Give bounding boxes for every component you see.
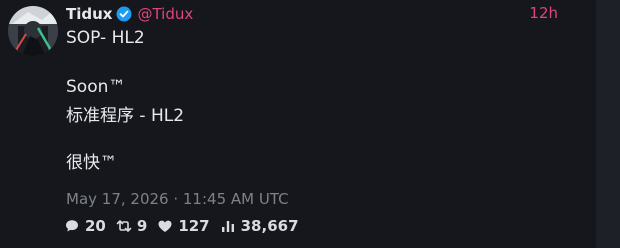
avatar[interactable]	[8, 6, 58, 56]
avatar-image	[8, 6, 58, 56]
reply-button[interactable]: 20	[64, 217, 106, 235]
author-handle[interactable]: @Tidux	[137, 5, 193, 23]
verified-badge-icon	[116, 6, 132, 22]
post-header: Tidux @Tidux	[66, 4, 193, 24]
author-name[interactable]: Tidux	[66, 5, 112, 23]
scroll-rail[interactable]	[596, 0, 620, 248]
repost-count: 9	[136, 217, 148, 235]
bar-chart-icon	[220, 218, 236, 234]
comment-icon	[64, 218, 80, 234]
post-line: SOP- HL2	[66, 28, 145, 48]
repost-icon	[116, 218, 132, 234]
post-card: Tidux @Tidux 12h SOP- HL2 Soon™ 标准程序 - H…	[0, 0, 596, 248]
repost-button[interactable]: 9	[116, 217, 147, 235]
engagement-bar: 20 9 127 38,667	[64, 215, 299, 237]
post-line: 标准程序 - HL2	[66, 106, 185, 126]
like-count: 127	[178, 217, 210, 235]
post-timestamp[interactable]: May 17, 2026 · 11:45 AM UTC	[66, 190, 289, 208]
views-button[interactable]: 38,667	[220, 217, 299, 235]
post-line: Soon™	[66, 77, 126, 97]
post-time[interactable]: 12h	[529, 4, 558, 22]
heart-icon	[157, 218, 173, 234]
like-button[interactable]: 127	[157, 217, 210, 235]
post-line: 很快™	[66, 153, 117, 173]
view-count: 38,667	[240, 217, 299, 235]
reply-count: 20	[85, 217, 106, 235]
